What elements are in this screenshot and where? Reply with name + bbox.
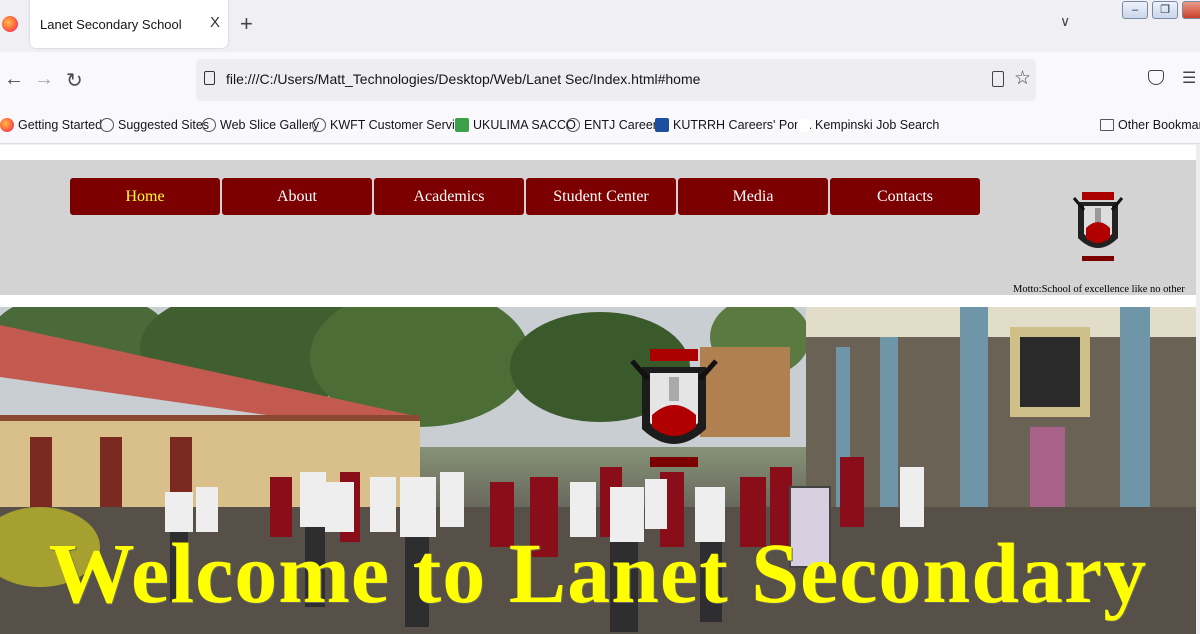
globe-icon (312, 118, 326, 132)
navigation-toolbar: ← → ↻ file:///C:/Users/Matt_Technologies… (0, 52, 1200, 108)
back-arrow-icon[interactable]: ← (4, 68, 24, 91)
bookmark-item[interactable]: UKULIMA SACCO (455, 118, 576, 132)
bookmark-label: KUTRRH Careers' Port... (673, 118, 813, 132)
restore-button[interactable]: ❐ (1152, 1, 1178, 19)
bookmark-item[interactable]: Kempinski Job Search (797, 118, 939, 132)
nav-media[interactable]: Media (678, 178, 828, 215)
web-page: Home About Academics Student Center Medi… (0, 145, 1200, 634)
bookmark-item[interactable]: Web Slice Gallery (202, 118, 319, 132)
pocket-icon[interactable] (1148, 70, 1164, 85)
hero-banner: Welcome to Lanet Secondary (0, 307, 1196, 634)
school-motto: Motto:School of excellence like no other (1013, 284, 1185, 295)
site-navigation: Home About Academics Student Center Medi… (70, 178, 982, 215)
address-bar[interactable]: file:///C:/Users/Matt_Technologies/Deskt… (196, 59, 1036, 101)
browser-tab[interactable]: Lanet Secondary School X (30, 0, 228, 48)
reader-view-icon[interactable] (992, 71, 1004, 87)
chevron-down-icon[interactable]: ∨ (1060, 13, 1070, 30)
blank-page-icon (797, 118, 811, 132)
site-header: Home About Academics Student Center Medi… (0, 160, 1196, 295)
minimize-button[interactable]: – (1122, 1, 1148, 19)
tab-close-button[interactable]: X (210, 14, 220, 31)
close-window-button[interactable]: ✕ (1182, 1, 1200, 19)
bookmark-label: Suggested Sites (118, 118, 210, 132)
nav-contacts[interactable]: Contacts (830, 178, 980, 215)
nav-home[interactable]: Home (70, 178, 220, 215)
hero-title: Welcome to Lanet Secondary (48, 525, 1148, 621)
bookmark-item[interactable]: Getting Started (0, 118, 102, 132)
school-crest-logo (1072, 192, 1124, 261)
bookmark-label: Other Bookmarks (1118, 118, 1200, 132)
bookmark-label: Getting Started (18, 118, 103, 132)
globe-icon (202, 118, 216, 132)
bookmark-star-icon[interactable]: ☆ (1014, 67, 1031, 90)
firefox-icon[interactable] (2, 16, 18, 32)
nav-student-center[interactable]: Student Center (526, 178, 676, 215)
folder-icon (1100, 119, 1114, 131)
bookmark-label: ENTJ Careers (584, 118, 664, 132)
reload-icon[interactable]: ↻ (66, 68, 83, 93)
bookmark-label: KWFT Customer Servi... (330, 118, 466, 132)
kutrrh-icon (655, 118, 669, 132)
bookmark-label: Kempinski Job Search (815, 118, 940, 132)
firefox-icon (0, 118, 14, 132)
tab-title: Lanet Secondary School (40, 17, 182, 32)
bookmark-label: UKULIMA SACCO (473, 118, 576, 132)
globe-icon (566, 118, 580, 132)
nav-about[interactable]: About (222, 178, 372, 215)
page-scrollbar[interactable] (1196, 145, 1200, 634)
bookmark-item[interactable]: Suggested Sites (100, 118, 209, 132)
tab-strip: Lanet Secondary School X + ∨ – ❐ ✕ (0, 0, 1200, 52)
bookmark-item[interactable]: ENTJ Careers (566, 118, 663, 132)
bookmarks-toolbar: Getting Started Suggested Sites Web Slic… (0, 108, 1200, 144)
hamburger-menu-icon[interactable]: ☰ (1182, 68, 1196, 88)
globe-icon (100, 118, 114, 132)
forward-arrow-icon[interactable]: → (34, 68, 54, 91)
url-text[interactable]: file:///C:/Users/Matt_Technologies/Deskt… (226, 71, 700, 87)
new-tab-button[interactable]: + (240, 11, 253, 37)
bookmark-item[interactable]: KWFT Customer Servi... (312, 118, 465, 132)
bookmark-item[interactable]: KUTRRH Careers' Port... (655, 118, 812, 132)
page-icon (204, 71, 215, 85)
nav-academics[interactable]: Academics (374, 178, 524, 215)
leaf-icon (455, 118, 469, 132)
bookmark-label: Web Slice Gallery (220, 118, 320, 132)
other-bookmarks[interactable]: Other Bookmarks (1100, 118, 1200, 132)
